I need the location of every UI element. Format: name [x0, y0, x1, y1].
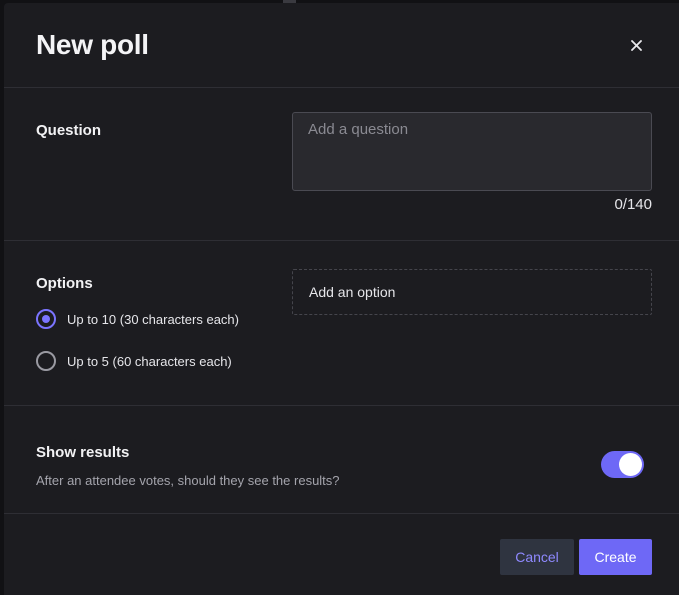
radio-option-up-to-5[interactable]: Up to 5 (60 characters each) [36, 350, 232, 372]
radio-option-up-to-10[interactable]: Up to 10 (30 characters each) [36, 308, 239, 330]
radio-checked-icon [36, 309, 56, 329]
radio-label: Up to 5 (60 characters each) [67, 353, 232, 369]
show-results-toggle[interactable] [601, 451, 644, 478]
options-section: Options Up to 10 (30 characters each) Up… [4, 241, 679, 406]
results-section: Show results After an attendee votes, sh… [4, 406, 679, 514]
question-section: Question 0/140 [4, 88, 679, 241]
new-poll-dialog: New poll Question 0/140 Options Up to 10… [4, 3, 679, 595]
cancel-button[interactable]: Cancel [500, 539, 574, 575]
show-results-label: Show results [36, 444, 130, 461]
show-results-help: After an attendee votes, should they see… [36, 473, 340, 488]
create-button[interactable]: Create [579, 539, 652, 575]
add-option-input[interactable] [292, 269, 652, 315]
close-button[interactable] [624, 33, 648, 57]
dialog-header: New poll [4, 3, 679, 88]
close-icon [630, 39, 642, 51]
question-label: Question [36, 122, 102, 139]
toggle-knob [619, 453, 642, 476]
radio-label: Up to 10 (30 characters each) [67, 311, 239, 327]
character-counter: 0/140 [614, 196, 652, 213]
radio-unchecked-icon [36, 351, 56, 371]
dialog-title: New poll [36, 29, 149, 60]
options-label: Options [36, 275, 93, 292]
question-input[interactable] [292, 112, 652, 191]
